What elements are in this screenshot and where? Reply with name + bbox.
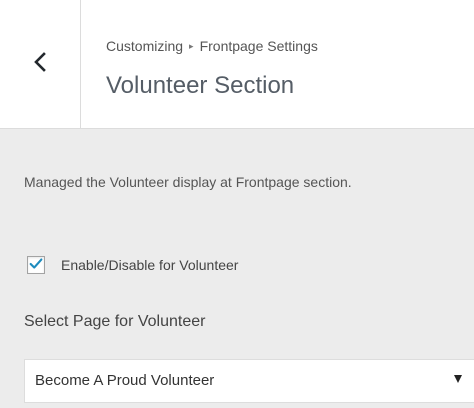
enable-volunteer-checkbox[interactable] [27, 256, 45, 274]
breadcrumb: Customizing ▸ Frontpage Settings [106, 38, 318, 54]
select-page-label: Select Page for Volunteer [24, 313, 206, 330]
checkmark-icon [29, 258, 43, 269]
select-value: Become A Proud Volunteer [35, 372, 215, 389]
breadcrumb-root: Customizing [106, 38, 184, 54]
section-description: Managed the Volunteer display at Frontpa… [24, 174, 352, 190]
enable-volunteer-control: Enable/Disable for Volunteer [27, 256, 238, 274]
enable-volunteer-label[interactable]: Enable/Disable for Volunteer [61, 257, 238, 273]
back-button[interactable] [0, 0, 81, 128]
dropdown-arrow-icon [454, 375, 462, 383]
volunteer-page-select[interactable]: Become A Proud Volunteer [24, 359, 474, 403]
breadcrumb-parent: Frontpage Settings [199, 38, 318, 54]
chevron-left-icon [31, 51, 49, 78]
breadcrumb-separator-icon: ▸ [189, 41, 194, 51]
page-title: Volunteer Section [106, 72, 295, 99]
customizer-header: Customizing ▸ Frontpage Settings Volunteer… [0, 0, 474, 129]
